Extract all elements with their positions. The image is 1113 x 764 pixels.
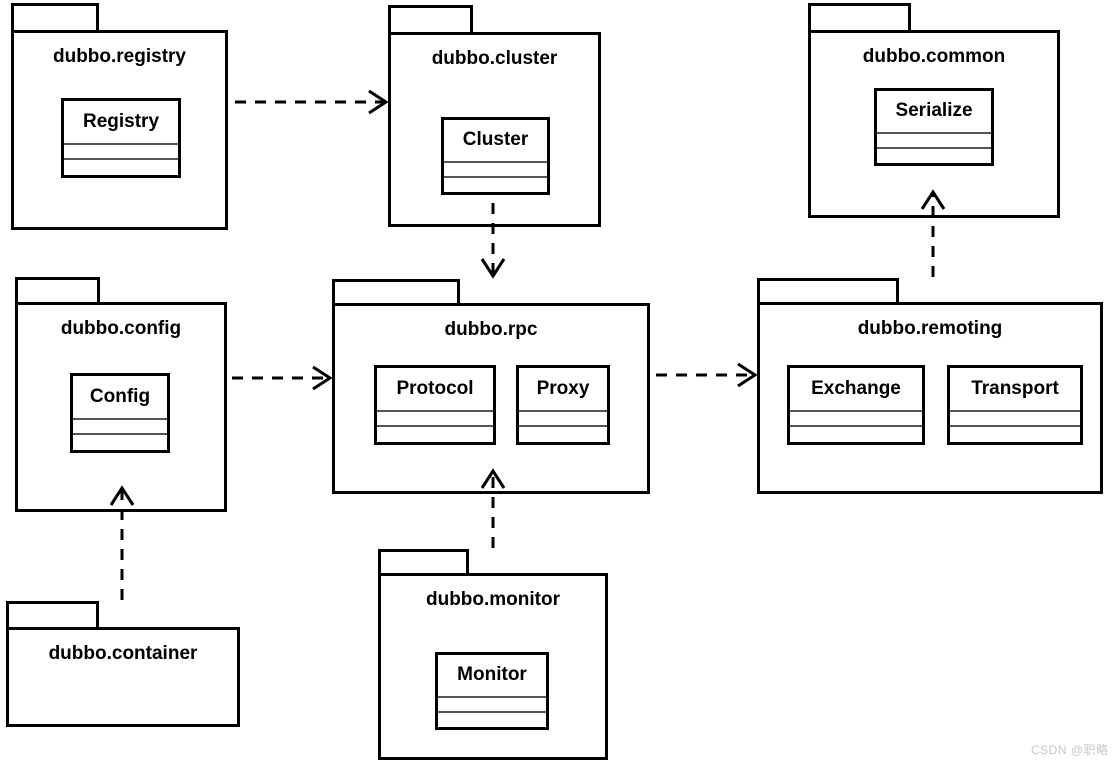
class-attribute-separator (438, 696, 546, 698)
class-operation-separator (519, 425, 607, 427)
package-title: dubbo.remoting (857, 318, 1003, 339)
package-tab (6, 601, 99, 630)
watermark: CSDN @职略 (1031, 743, 1109, 757)
class-attribute-separator (64, 143, 178, 145)
package-title: dubbo.container (48, 643, 198, 664)
class-box-registry[interactable]: Registry (61, 98, 181, 178)
class-name: Protocol (396, 378, 474, 399)
class-name: Serialize (895, 100, 973, 121)
class-operation-separator (438, 711, 546, 713)
class-name: Monitor (457, 664, 527, 685)
package-tab (757, 278, 899, 305)
package-tab (11, 3, 99, 33)
class-attribute-separator (950, 410, 1080, 412)
class-attribute-separator (377, 410, 493, 412)
package-dubbo-container[interactable]: dubbo.container (6, 601, 240, 727)
dependency-arrow-registry-to-cluster (219, 86, 402, 118)
class-box-exchange[interactable]: Exchange (787, 365, 925, 445)
class-operation-separator (950, 425, 1080, 427)
class-name: Transport (971, 378, 1059, 399)
dependency-arrow-config-to-rpc (216, 362, 346, 394)
class-name: Config (89, 386, 151, 407)
dependency-arrow-rpc-to-remoting (640, 359, 771, 391)
class-operation-separator (790, 425, 922, 427)
class-name: Exchange (811, 378, 901, 399)
class-attribute-separator (444, 161, 547, 163)
package-title: dubbo.rpc (444, 319, 538, 340)
class-attribute-separator (73, 418, 167, 420)
dependency-arrow-cluster-to-rpc (477, 187, 509, 292)
class-attribute-separator (519, 410, 607, 412)
package-dubbo-registry[interactable]: dubbo.registry Registry (11, 3, 228, 230)
class-box-proxy[interactable]: Proxy (516, 365, 610, 445)
package-title: dubbo.registry (52, 46, 186, 67)
dependency-arrow-container-to-config (106, 472, 138, 616)
class-operation-separator (444, 176, 547, 178)
class-attribute-separator (877, 132, 991, 134)
class-operation-separator (877, 147, 991, 149)
package-tab (15, 277, 100, 305)
class-name: Cluster (462, 129, 529, 150)
package-tab (378, 549, 469, 576)
class-name: Proxy (536, 378, 590, 399)
package-tab (388, 5, 473, 35)
package-dubbo-remoting[interactable]: dubbo.remoting Exchange Transport (757, 278, 1103, 494)
uml-package-diagram: dubbo.registry Registry dubbo.cluster Clust… (0, 0, 1113, 764)
class-attribute-separator (790, 410, 922, 412)
class-box-cluster[interactable]: Cluster (441, 117, 550, 195)
package-body (6, 627, 240, 727)
dependency-arrow-monitor-to-rpc (477, 455, 509, 564)
class-box-config[interactable]: Config (70, 373, 170, 453)
class-box-serialize[interactable]: Serialize (874, 88, 994, 166)
class-operation-separator (73, 433, 167, 435)
class-box-protocol[interactable]: Protocol (374, 365, 496, 445)
class-box-monitor[interactable]: Monitor (435, 652, 549, 730)
class-box-transport[interactable]: Transport (947, 365, 1083, 445)
package-title: dubbo.config (60, 318, 182, 339)
class-name: Registry (82, 111, 160, 132)
package-title: dubbo.monitor (425, 589, 561, 610)
package-title: dubbo.cluster (431, 48, 558, 69)
package-tab (808, 3, 911, 33)
package-tab (332, 279, 460, 306)
dependency-arrow-remoting-to-common (917, 176, 949, 293)
package-title: dubbo.common (862, 46, 1006, 67)
class-operation-separator (64, 158, 178, 160)
class-operation-separator (377, 425, 493, 427)
package-dubbo-monitor[interactable]: dubbo.monitor Monitor (378, 549, 608, 760)
